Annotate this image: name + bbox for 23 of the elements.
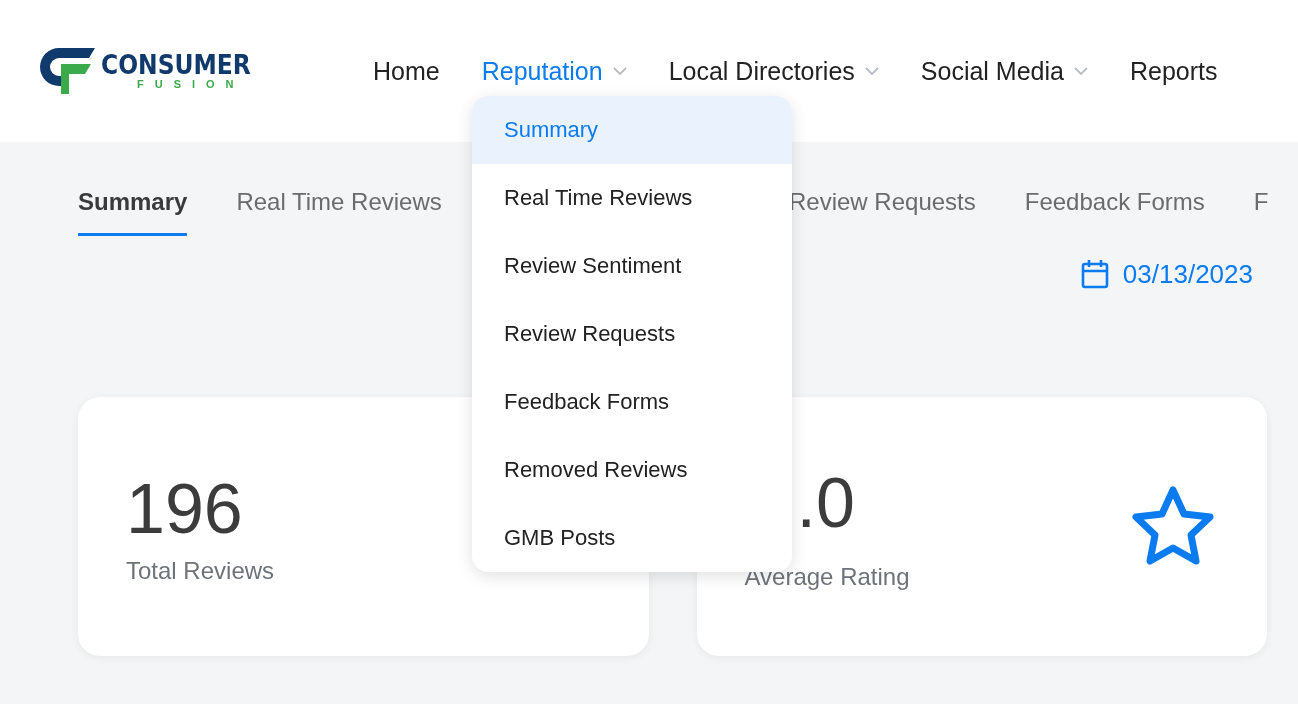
menu-item[interactable]: Review Requests bbox=[472, 300, 792, 368]
menu-item[interactable]: Summary bbox=[472, 96, 792, 164]
menu-item[interactable]: Review Sentiment bbox=[472, 232, 792, 300]
tab[interactable]: F bbox=[1253, 142, 1269, 236]
nav-link[interactable]: Home bbox=[373, 56, 440, 86]
tab[interactable]: Review Requests bbox=[789, 142, 976, 236]
nav-link[interactable]: Reputation bbox=[481, 56, 627, 86]
date-picker[interactable]: 03/13/2023 bbox=[1080, 238, 1253, 310]
nav-link[interactable]: Social Media bbox=[920, 56, 1088, 86]
stat-label: Total Reviews bbox=[126, 556, 275, 585]
tab[interactable]: Real Time Reviews bbox=[236, 142, 442, 236]
tab[interactable]: Feedback Forms bbox=[1024, 142, 1205, 236]
stat-value: .0 bbox=[796, 462, 855, 543]
menu-item[interactable]: Feedback Forms bbox=[472, 368, 792, 436]
tab[interactable]: Summary bbox=[78, 142, 188, 236]
nav-link[interactable]: Reports bbox=[1129, 56, 1218, 86]
menu-item[interactable]: Real Time Reviews bbox=[472, 164, 792, 232]
menu-item[interactable]: Removed Reviews bbox=[472, 436, 792, 504]
logo-tagline: FUSION bbox=[137, 78, 246, 90]
logo-text: CONSUMER bbox=[101, 52, 251, 78]
stat-value: 196 bbox=[126, 468, 243, 549]
calendar-icon bbox=[1080, 259, 1109, 289]
nav-link[interactable]: Local Directories bbox=[668, 56, 879, 86]
